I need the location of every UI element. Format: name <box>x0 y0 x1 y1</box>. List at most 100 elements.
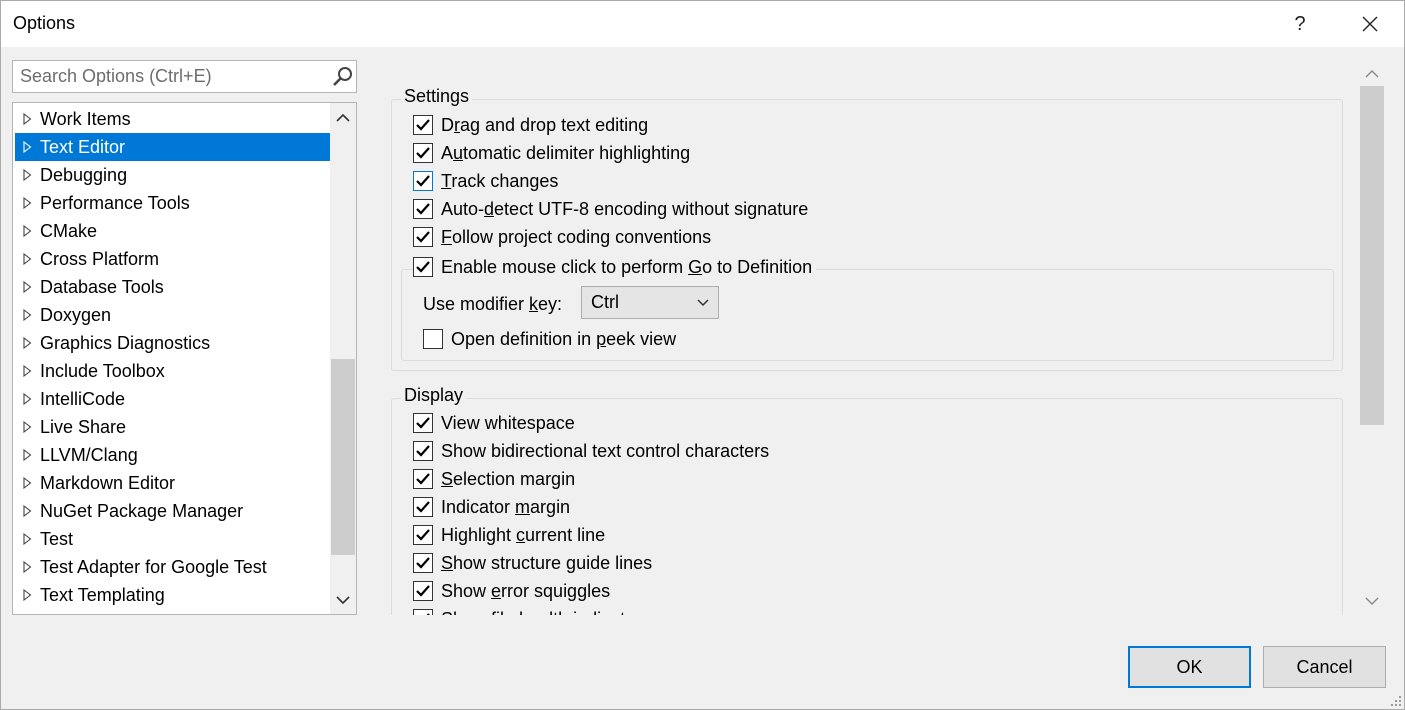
tree-item-label: Graphics Diagnostics <box>40 332 211 353</box>
settings-option[interactable]: Automatic delimiter highlighting <box>413 140 690 166</box>
checkbox[interactable] <box>413 497 433 517</box>
expand-arrow-icon[interactable] <box>15 449 40 461</box>
access-key: d <box>484 198 495 219</box>
search-icon[interactable] <box>331 65 355 89</box>
settings-option[interactable]: Follow project coding conventions <box>413 224 711 250</box>
checkbox[interactable] <box>413 469 433 489</box>
tree-item-text-editor[interactable]: Text Editor <box>15 133 330 161</box>
checkbox[interactable] <box>413 171 433 191</box>
checkbox[interactable] <box>413 553 433 573</box>
label-text: Show file health indicator <box>441 609 641 616</box>
tree-item-label: Live Share <box>40 416 127 437</box>
tree-item-live-share[interactable]: Live Share <box>15 413 330 441</box>
checkmark-icon <box>416 119 430 131</box>
label-text: View whitespace <box>441 412 575 433</box>
expand-arrow-icon[interactable] <box>15 113 40 125</box>
tree-item-work-items[interactable]: Work Items <box>15 105 330 133</box>
expand-arrow-icon[interactable] <box>15 477 40 489</box>
checkbox[interactable] <box>413 143 433 163</box>
tree-item-text-templating[interactable]: Text Templating <box>15 581 330 609</box>
tree-item-intellicode[interactable]: IntelliCode <box>15 385 330 413</box>
tree-item-include-toolbox[interactable]: Include Toolbox <box>15 357 330 385</box>
checkbox[interactable] <box>413 581 433 601</box>
display-option[interactable]: Show error squiggles <box>413 578 610 604</box>
options-dialog: Options ? Work Items Text Editor Debugging… <box>0 0 1405 710</box>
expand-arrow-icon[interactable] <box>15 253 40 265</box>
checkbox[interactable] <box>413 257 433 277</box>
tree-item-performance-tools[interactable]: Performance Tools <box>15 189 330 217</box>
tree-scroll-down-button[interactable] <box>330 586 356 614</box>
tree-scroll-thumb[interactable] <box>331 359 355 555</box>
expand-arrow-icon[interactable] <box>15 197 40 209</box>
tree-scroll-up-button[interactable] <box>330 103 356 131</box>
access-key: S <box>441 552 454 573</box>
display-option[interactable]: Show file health indicator <box>413 606 641 615</box>
cancel-button[interactable]: Cancel <box>1263 646 1386 688</box>
checkbox[interactable] <box>413 525 433 545</box>
tree-item-markdown-editor[interactable]: Markdown Editor <box>15 469 330 497</box>
content-scrollbar[interactable] <box>1358 61 1386 615</box>
checkbox[interactable] <box>413 199 433 219</box>
expand-arrow-icon[interactable] <box>15 505 40 517</box>
content-scroll-thumb[interactable] <box>1360 86 1384 425</box>
checkbox[interactable] <box>413 115 433 135</box>
tree-item-database-tools[interactable]: Database Tools <box>15 273 330 301</box>
display-option[interactable]: Show structure guide lines <box>413 550 652 576</box>
tree-item-label: Doxygen <box>40 304 112 325</box>
checkbox-label: Highlight current line <box>441 525 605 546</box>
help-button[interactable]: ? <box>1277 1 1323 47</box>
peek-view-option[interactable]: Open definition in peek view <box>423 326 676 352</box>
ok-button[interactable]: OK <box>1128 646 1251 688</box>
checkbox[interactable] <box>423 329 443 349</box>
tree-item-debugging[interactable]: Debugging <box>15 161 330 189</box>
go-to-definition-option[interactable]: Enable mouse click to perform Go to Defi… <box>413 254 817 280</box>
expand-arrow-icon[interactable] <box>15 421 40 433</box>
checkbox[interactable] <box>413 441 433 461</box>
tree-item-label: Test Adapter for Google Test <box>40 556 267 577</box>
checkbox-label: Follow project coding conventions <box>441 227 711 248</box>
close-button[interactable] <box>1347 1 1393 47</box>
display-option[interactable]: Highlight current line <box>413 522 605 548</box>
access-key: F <box>441 226 452 247</box>
expand-arrow-icon[interactable] <box>15 561 40 573</box>
expand-arrow-icon[interactable] <box>15 337 40 349</box>
checkbox[interactable] <box>413 413 433 433</box>
display-option[interactable]: Show bidirectional text control characte… <box>413 438 769 464</box>
tree-item-doxygen[interactable]: Doxygen <box>15 301 330 329</box>
modifier-key-dropdown[interactable]: Ctrl <box>581 286 719 319</box>
expand-arrow-icon[interactable] <box>15 141 40 153</box>
display-option[interactable]: Selection margin <box>413 466 575 492</box>
tree-item-test-adapter-for-google-test[interactable]: Test Adapter for Google Test <box>15 553 330 581</box>
settings-option[interactable]: Track changes <box>413 168 558 194</box>
expand-arrow-icon[interactable] <box>15 393 40 405</box>
search-input[interactable] <box>13 61 323 92</box>
display-option[interactable]: View whitespace <box>413 410 575 436</box>
chevron-up-icon <box>336 113 350 122</box>
expand-arrow-icon[interactable] <box>15 225 40 237</box>
checkbox[interactable] <box>413 609 433 615</box>
checkmark-icon <box>416 501 430 513</box>
content-scroll-down-button[interactable] <box>1358 589 1386 613</box>
tree-item-graphics-diagnostics[interactable]: Graphics Diagnostics <box>15 329 330 357</box>
checkbox-label: Auto-detect UTF-8 encoding without signa… <box>441 199 808 220</box>
label-text: tomatic delimiter highlighting <box>463 142 691 163</box>
settings-option[interactable]: Drag and drop text editing <box>413 112 648 138</box>
expand-arrow-icon[interactable] <box>15 589 40 601</box>
tree-scrollbar[interactable] <box>330 103 356 614</box>
settings-option[interactable]: Auto-detect UTF-8 encoding without signa… <box>413 196 808 222</box>
expand-arrow-icon[interactable] <box>15 169 40 181</box>
tree-item-nuget-package-manager[interactable]: NuGet Package Manager <box>15 497 330 525</box>
content-scroll-up-button[interactable] <box>1358 61 1386 85</box>
expand-arrow-icon[interactable] <box>15 365 40 377</box>
display-option[interactable]: Indicator margin <box>413 494 570 520</box>
label-text: Enable mouse click to perform <box>441 256 689 277</box>
checkbox[interactable] <box>413 227 433 247</box>
expand-arrow-icon[interactable] <box>15 533 40 545</box>
tree-item-cmake[interactable]: CMake <box>15 217 330 245</box>
expand-arrow-icon[interactable] <box>15 281 40 293</box>
tree-item-cross-platform[interactable]: Cross Platform <box>15 245 330 273</box>
tree-item-test[interactable]: Test <box>15 525 330 553</box>
tree-item-llvm-clang[interactable]: LLVM/Clang <box>15 441 330 469</box>
expand-arrow-icon[interactable] <box>15 309 40 321</box>
resize-grip-icon[interactable] <box>1390 695 1402 707</box>
